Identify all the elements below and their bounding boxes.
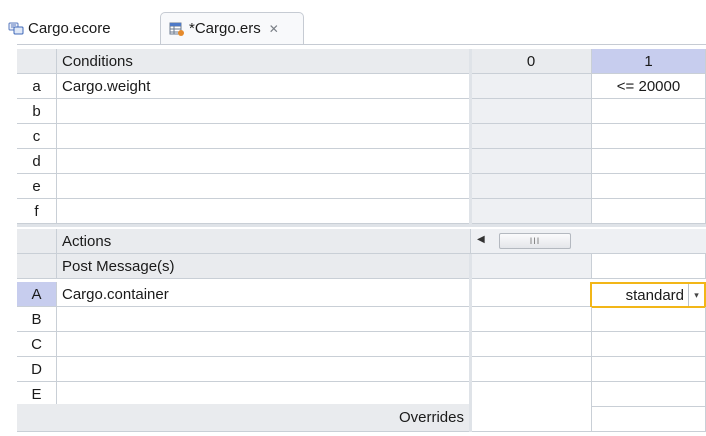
condition-cell-1[interactable]: <= 20000 bbox=[592, 74, 706, 99]
scrollbar-thumb[interactable]: III bbox=[499, 233, 571, 249]
row-letter[interactable]: a bbox=[17, 74, 57, 99]
column-header-1[interactable]: 1 bbox=[592, 49, 706, 74]
action-expression[interactable] bbox=[57, 357, 471, 382]
action-cell-0[interactable] bbox=[471, 282, 592, 307]
tab-cargo-ecore[interactable]: Cargo.ecore bbox=[0, 12, 154, 44]
corner-cell bbox=[17, 229, 57, 254]
conditions-header: Conditions bbox=[57, 49, 471, 74]
condition-expression[interactable]: Cargo.weight bbox=[57, 74, 471, 99]
action-cell-1[interactable] bbox=[592, 307, 706, 332]
row-letter[interactable]: B bbox=[17, 307, 57, 332]
action-cell-1[interactable] bbox=[592, 357, 706, 382]
condition-expression[interactable] bbox=[57, 199, 471, 224]
row-letter[interactable]: d bbox=[17, 149, 57, 174]
scroll-left-icon[interactable]: ◀ bbox=[477, 234, 485, 245]
editor-tab-strip: Cargo.ecore *Cargo.ers ✕ bbox=[0, 0, 706, 44]
row-letter[interactable]: e bbox=[17, 174, 57, 199]
action-expression[interactable] bbox=[57, 332, 471, 357]
action-cell-0[interactable] bbox=[471, 307, 592, 332]
action-cell-1[interactable] bbox=[592, 332, 706, 357]
tab-label: Cargo.ecore bbox=[28, 19, 111, 37]
tab-label: *Cargo.ers bbox=[189, 20, 261, 37]
editor-margin bbox=[0, 44, 17, 436]
section-separator bbox=[17, 224, 706, 227]
row-letter bbox=[17, 254, 57, 279]
condition-expression[interactable] bbox=[57, 174, 471, 199]
overrides-cell-0[interactable] bbox=[471, 404, 592, 432]
post-message-label[interactable]: Post Message(s) bbox=[57, 254, 471, 279]
row-letter[interactable]: A bbox=[17, 282, 57, 307]
value-combo[interactable]: standard ▾ bbox=[590, 282, 706, 308]
column-header-0[interactable]: 0 bbox=[471, 49, 592, 74]
pane-divider bbox=[469, 254, 472, 432]
combo-value: standard bbox=[625, 286, 684, 304]
condition-cell-1[interactable] bbox=[592, 174, 706, 199]
row-letter[interactable]: C bbox=[17, 332, 57, 357]
close-icon[interactable]: ✕ bbox=[269, 22, 279, 36]
row-letter[interactable]: D bbox=[17, 357, 57, 382]
action-expression[interactable]: Cargo.container bbox=[57, 282, 471, 307]
overrides-label: Overrides bbox=[17, 404, 471, 432]
ecore-model-icon bbox=[8, 20, 24, 36]
row-letter[interactable]: f bbox=[17, 199, 57, 224]
row-letter[interactable]: b bbox=[17, 99, 57, 124]
condition-cell-0[interactable] bbox=[471, 124, 592, 149]
condition-cell-1[interactable] bbox=[592, 124, 706, 149]
condition-cell-0[interactable] bbox=[471, 74, 592, 99]
condition-cell-0[interactable] bbox=[471, 199, 592, 224]
rulesheet-icon bbox=[169, 21, 185, 37]
action-cell-0[interactable] bbox=[471, 357, 592, 382]
action-expression[interactable] bbox=[57, 307, 471, 332]
condition-cell-1[interactable] bbox=[592, 149, 706, 174]
condition-cell-1[interactable] bbox=[592, 99, 706, 124]
horizontal-scrollbar[interactable]: ◀ III bbox=[471, 229, 706, 254]
action-cell-0[interactable] bbox=[471, 332, 592, 357]
corner-cell bbox=[17, 49, 57, 74]
condition-cell-1[interactable] bbox=[592, 199, 706, 224]
actions-header: Actions bbox=[57, 229, 471, 254]
condition-expression[interactable] bbox=[57, 149, 471, 174]
dropdown-arrow-icon[interactable]: ▾ bbox=[688, 284, 704, 306]
condition-expression[interactable] bbox=[57, 124, 471, 149]
row-letter[interactable]: c bbox=[17, 124, 57, 149]
overrides-cell-1[interactable] bbox=[592, 404, 706, 432]
condition-cell-0[interactable] bbox=[471, 99, 592, 124]
pane-divider bbox=[469, 49, 472, 224]
condition-cell-0[interactable] bbox=[471, 174, 592, 199]
post-message-cell-1[interactable] bbox=[592, 254, 706, 279]
condition-cell-0[interactable] bbox=[471, 149, 592, 174]
tab-cargo-ers[interactable]: *Cargo.ers ✕ bbox=[160, 12, 304, 44]
condition-expression[interactable] bbox=[57, 99, 471, 124]
post-message-cell-0[interactable] bbox=[471, 254, 592, 279]
